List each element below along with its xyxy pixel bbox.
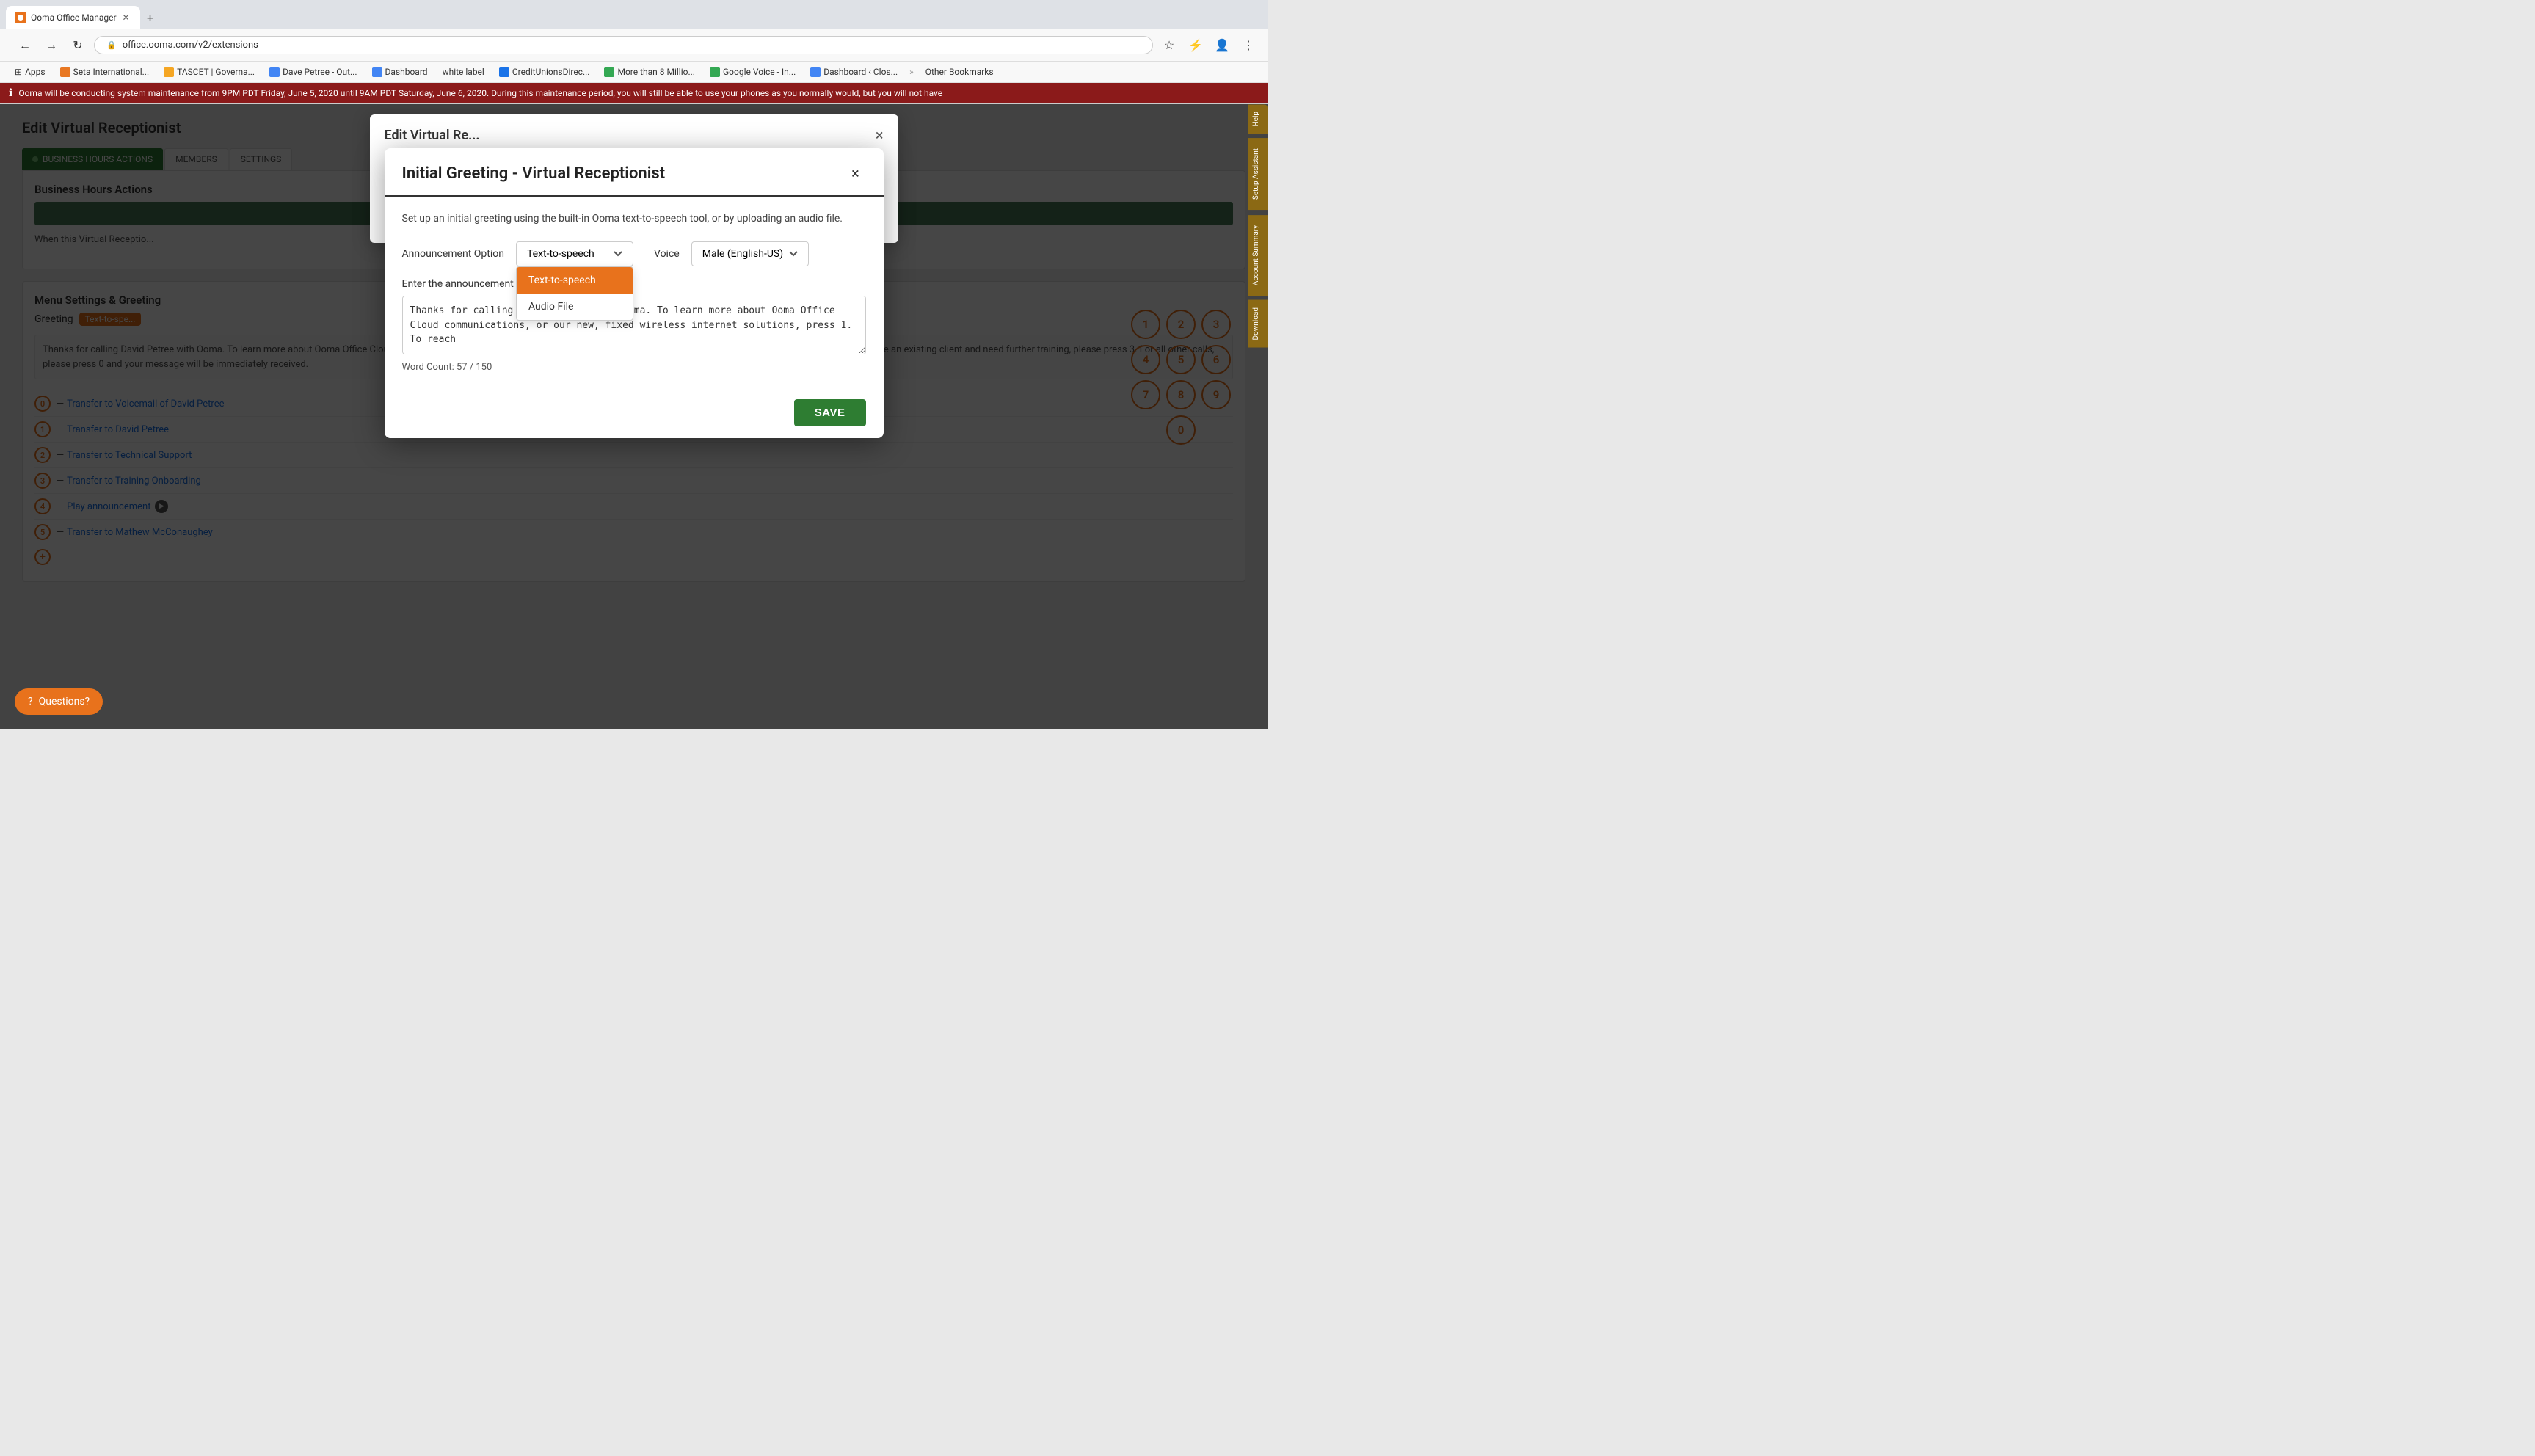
- bookmark-dave[interactable]: Dave Petree - Out...: [263, 65, 363, 79]
- side-panels: Help Setup Assistant Account Summary Dow…: [1248, 104, 1268, 347]
- lock-icon: 🔒: [106, 40, 117, 50]
- url-text: office.ooma.com/v2/extensions: [123, 40, 258, 51]
- modal-title: Initial Greeting - Virtual Receptionist: [402, 164, 666, 183]
- more-bookmarks-indicator: »: [909, 67, 914, 77]
- dashboard-label: Dashboard: [385, 67, 428, 77]
- tab-close-btn[interactable]: ✕: [121, 12, 131, 23]
- bookmarks-bar: ⊞ Apps Seta International... TASCET | Go…: [0, 62, 1268, 83]
- help-panel[interactable]: Help: [1248, 104, 1268, 134]
- apps-label: Apps: [25, 67, 46, 77]
- tab-favicon: [15, 12, 26, 23]
- bg-modal-title: Edit Virtual Re...: [385, 128, 480, 143]
- bg-modal-close[interactable]: ×: [876, 126, 884, 144]
- notification-bar: ℹ Ooma will be conducting system mainten…: [0, 83, 1268, 103]
- bookmark-cu[interactable]: CreditUnionsDirec...: [493, 65, 596, 79]
- account-summary-panel[interactable]: Account Summary: [1248, 215, 1268, 296]
- bookmark-other[interactable]: Other Bookmarks: [920, 65, 1000, 79]
- gv-label: Google Voice - In...: [723, 67, 796, 77]
- back-btn[interactable]: ←: [15, 35, 35, 56]
- other-label: Other Bookmarks: [925, 67, 994, 77]
- tab-title: Ooma Office Manager: [31, 12, 117, 23]
- forward-btn[interactable]: →: [41, 35, 62, 56]
- tascet-favicon: [164, 67, 174, 77]
- chevron-down-icon: [614, 251, 622, 257]
- cu-label: CreditUnionsDirec...: [512, 67, 590, 77]
- modal-close-btn[interactable]: ×: [845, 163, 866, 183]
- apps-icon: ⊞: [15, 67, 22, 77]
- dashboard-favicon: [372, 67, 382, 77]
- refresh-btn[interactable]: ↻: [68, 35, 88, 56]
- voice-label: Voice: [654, 248, 680, 260]
- dash2-favicon: [810, 67, 821, 77]
- notif-icon: ℹ: [9, 87, 12, 99]
- modal-description: Set up an initial greeting using the bui…: [402, 211, 866, 227]
- initial-greeting-modal: Initial Greeting - Virtual Receptionist …: [385, 148, 884, 438]
- modal-footer: SAVE: [385, 387, 884, 438]
- menu-btn[interactable]: ⋮: [1238, 35, 1259, 56]
- voice-select-wrapper[interactable]: Male (English-US): [691, 241, 809, 266]
- bookmark-tascet[interactable]: TASCET | Governa...: [158, 65, 261, 79]
- questions-label: Questions?: [39, 696, 90, 707]
- announcement-option-select[interactable]: Text-to-speech Text-to-speech Audio File: [516, 241, 633, 266]
- active-tab[interactable]: Ooma Office Manager ✕: [6, 6, 140, 29]
- browser-chrome: Ooma Office Manager ✕ + ← → ↻ 🔒 office.o…: [0, 0, 1268, 104]
- more-label: More than 8 Millio...: [617, 67, 695, 77]
- new-tab-btn[interactable]: +: [140, 7, 161, 28]
- selected-option-text: Text-to-speech: [527, 248, 594, 260]
- bookmark-apps[interactable]: ⊞ Apps: [9, 65, 51, 79]
- voice-select-btn[interactable]: Male (English-US): [691, 241, 809, 266]
- dropdown-option-audio[interactable]: Audio File: [517, 294, 633, 320]
- voice-chevron-icon: [789, 251, 798, 257]
- tascet-label: TASCET | Governa...: [177, 67, 255, 77]
- bookmark-dashboard[interactable]: Dashboard: [366, 65, 434, 79]
- bookmark-dash2[interactable]: Dashboard ‹ Clos...: [804, 65, 903, 79]
- dave-favicon: [269, 67, 280, 77]
- page-content: Edit Virtual Receptionist BUSINESS HOURS…: [0, 104, 1268, 729]
- address-bar[interactable]: 🔒 office.ooma.com/v2/extensions: [94, 36, 1153, 54]
- tab-bar: Ooma Office Manager ✕ +: [0, 0, 1268, 29]
- announcement-option-btn[interactable]: Text-to-speech: [516, 241, 633, 266]
- questions-icon: ?: [28, 696, 33, 707]
- seta-label: Seta International...: [73, 67, 150, 77]
- notification-text: Ooma will be conducting system maintenan…: [18, 88, 942, 98]
- gv-favicon: [710, 67, 720, 77]
- dave-label: Dave Petree - Out...: [283, 67, 357, 77]
- download-panel[interactable]: Download: [1248, 300, 1268, 348]
- dash2-label: Dashboard ‹ Clos...: [823, 67, 898, 77]
- more-favicon: [604, 67, 614, 77]
- modal-header: Initial Greeting - Virtual Receptionist …: [385, 148, 884, 197]
- bookmark-seta[interactable]: Seta International...: [54, 65, 156, 79]
- bookmark-whitelabel[interactable]: white label: [437, 65, 490, 79]
- announcement-dropdown-menu: Text-to-speech Audio File: [516, 266, 633, 321]
- bookmark-gv[interactable]: Google Voice - In...: [704, 65, 801, 79]
- profile-btn[interactable]: 👤: [1212, 35, 1232, 56]
- dropdown-option-tts[interactable]: Text-to-speech: [517, 267, 633, 294]
- cu-favicon: [499, 67, 509, 77]
- textarea-label: Enter the announcement you...: [402, 278, 866, 290]
- word-count: Word Count: 57 / 150: [402, 362, 866, 373]
- setup-assistant-panel[interactable]: Setup Assistant: [1248, 138, 1268, 210]
- word-count-value: 57 / 150: [457, 362, 492, 373]
- announcement-option-label: Announcement Option: [402, 248, 504, 260]
- announcement-textarea[interactable]: [402, 296, 866, 354]
- bookmark-more[interactable]: More than 8 Millio...: [598, 65, 701, 79]
- form-row-options: Announcement Option Text-to-speech Text-…: [402, 241, 866, 266]
- questions-button[interactable]: ? Questions?: [15, 688, 103, 715]
- nav-bar: ← → ↻ 🔒 office.ooma.com/v2/extensions ☆ …: [0, 29, 1268, 62]
- extension-btn[interactable]: ⚡: [1185, 35, 1206, 56]
- save-button[interactable]: SAVE: [794, 399, 866, 426]
- voice-selected-text: Male (English-US): [702, 248, 783, 260]
- word-count-label: Word Count:: [402, 362, 454, 373]
- modal-body: Set up an initial greeting using the bui…: [385, 197, 884, 387]
- seta-favicon: [60, 67, 70, 77]
- bookmark-star-btn[interactable]: ☆: [1159, 35, 1179, 56]
- whitelabel-label: white label: [443, 67, 484, 77]
